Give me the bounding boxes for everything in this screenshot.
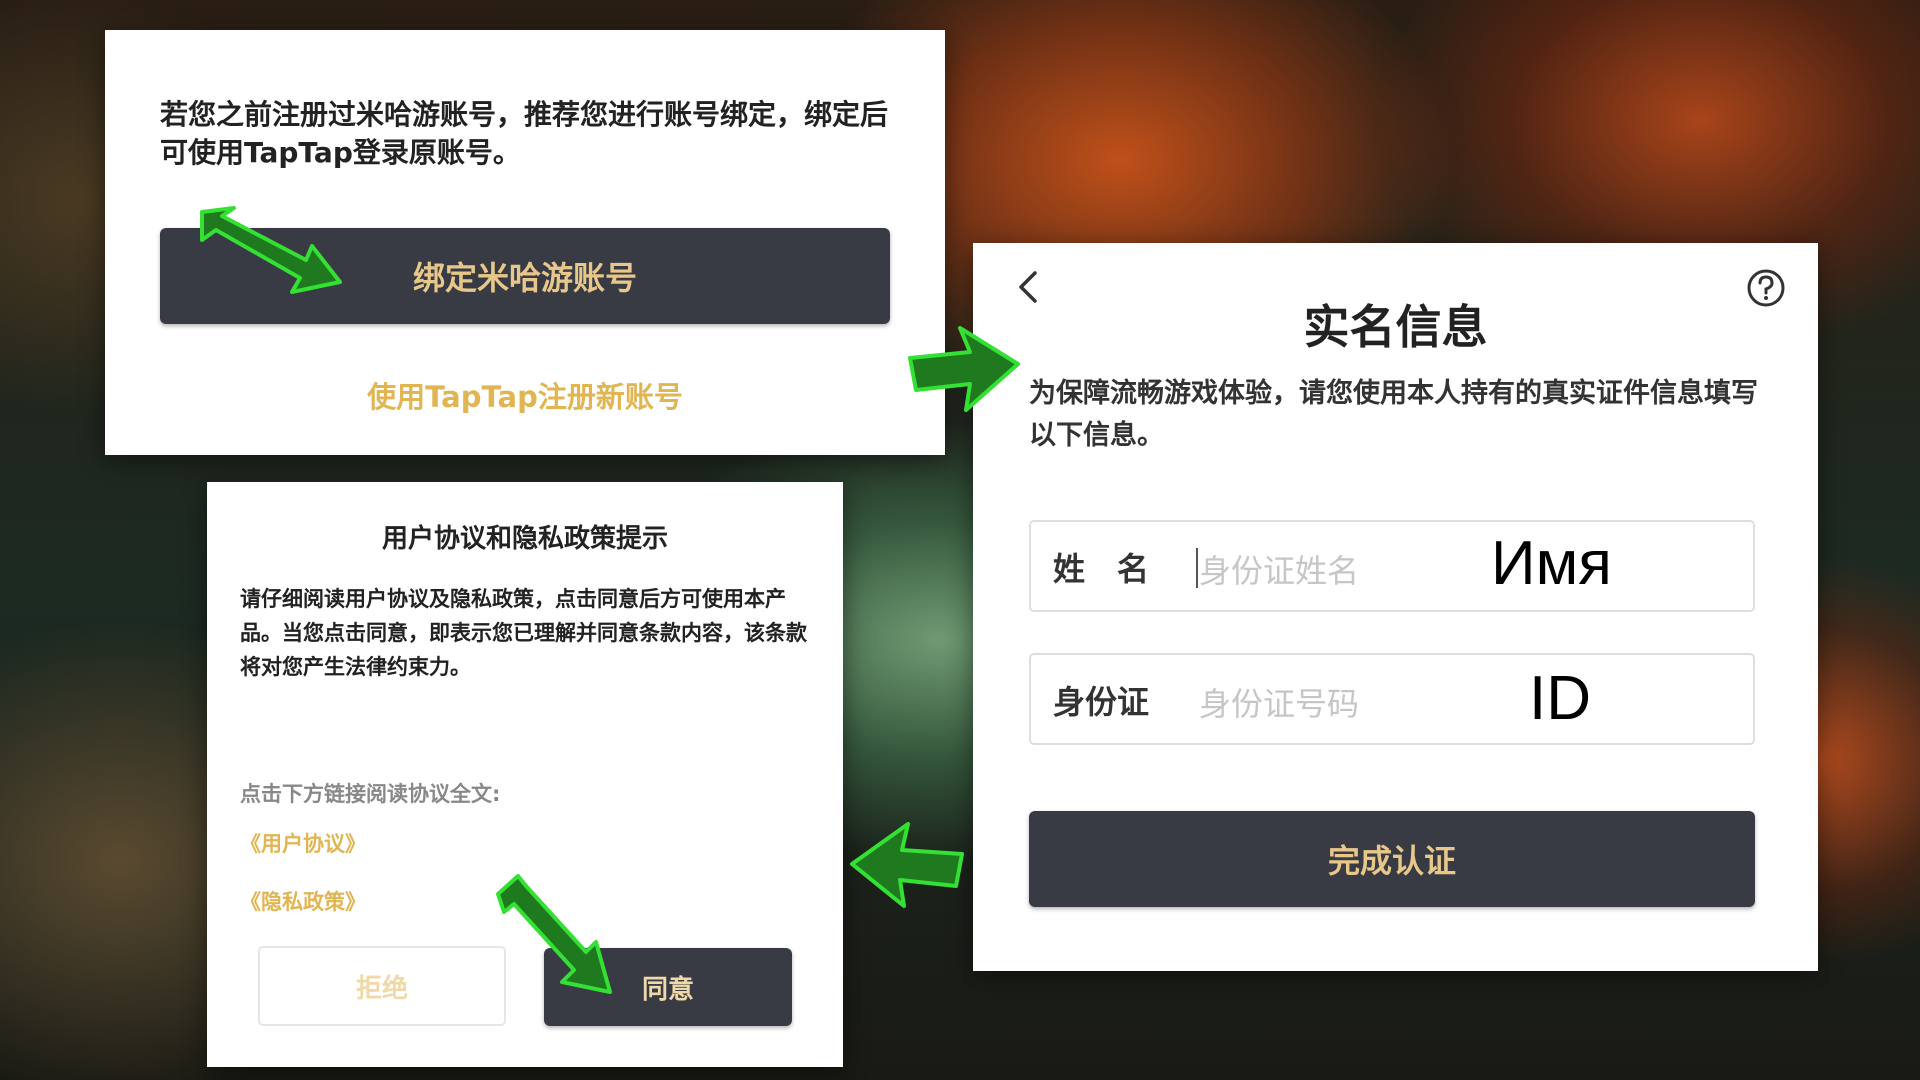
register-taptap-link[interactable]: 使用TapTap注册新账号 — [105, 374, 945, 416]
name-input[interactable]: 身份证姓名 — [1199, 546, 1359, 592]
realname-description: 为保障流畅游戏体验，请您使用本人持有的真实证件信息填写以下信息。 — [1029, 378, 1758, 451]
id-label: 身份证 — [1053, 683, 1150, 721]
bind-message: 若您之前注册过米哈游账号，推荐您进行账号绑定，绑定后可使用TapTap登录原账号… — [160, 98, 889, 169]
green-arrow-icon — [200, 206, 342, 294]
agreement-title: 用户协议和隐私政策提示 — [381, 524, 668, 554]
reject-button[interactable]: 拒绝 — [258, 946, 506, 1026]
id-field[interactable]: 身份证 身份证号码 ID — [1029, 653, 1755, 745]
id-annotation: ID — [1529, 664, 1591, 733]
name-annotation: Имя — [1491, 529, 1612, 598]
realname-panel: 实名信息 为保障流畅游戏体验，请您使用本人持有的真实证件信息填写以下信息。 姓 … — [973, 243, 1818, 971]
green-arrow-icon — [496, 874, 612, 994]
link-prompt: 点击下方链接阅读协议全文: — [240, 782, 501, 806]
agreement-body: 请仔细阅读用户协议及隐私政策，点击同意后方可使用本产品。当您点击同意，即表示您已… — [240, 587, 807, 679]
page-title: 实名信息 — [1303, 300, 1488, 354]
green-arrow-icon — [908, 326, 1020, 412]
name-label: 姓 名 — [1053, 550, 1150, 588]
privacy-policy-link[interactable]: 《隐私政策》 — [240, 886, 366, 916]
user-agreement-link[interactable]: 《用户协议》 — [240, 828, 366, 858]
text-caret — [1196, 548, 1198, 588]
name-field[interactable]: 姓 名 身份证姓名 Имя — [1029, 520, 1755, 612]
id-input[interactable]: 身份证号码 — [1199, 679, 1359, 725]
green-arrow-icon — [850, 822, 964, 908]
complete-verification-button[interactable]: 完成认证 — [1029, 811, 1755, 907]
